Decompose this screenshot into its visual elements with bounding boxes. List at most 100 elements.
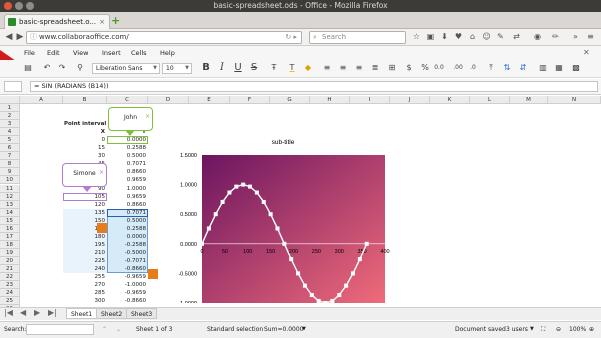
decimal-remove-icon[interactable]: .0: [467, 62, 479, 74]
status-search-input[interactable]: [26, 324, 94, 335]
column-header[interactable]: B: [63, 96, 107, 104]
name-box[interactable]: [4, 81, 22, 92]
cell-y-value[interactable]: 0.7071: [107, 160, 148, 168]
cell-x-value[interactable]: 180: [63, 233, 107, 241]
cell-y-value[interactable]: 0.0000: [107, 233, 148, 241]
close-document-icon[interactable]: ✕: [583, 48, 590, 57]
align-center-icon[interactable]: ≡: [337, 62, 349, 74]
cell-y-value[interactable]: 0.9659: [107, 193, 148, 201]
cell-y-value[interactable]: -0.8660: [107, 265, 148, 273]
fit-page-icon[interactable]: ⛶: [541, 325, 545, 334]
menu-help[interactable]: Help: [160, 48, 175, 58]
formula-input[interactable]: = SIN (RADIANS (B14)): [30, 81, 598, 92]
new-tab-button[interactable]: +: [111, 15, 121, 26]
close-tab-icon[interactable]: ×: [99, 15, 105, 29]
cell-y-value[interactable]: 0.5000: [107, 217, 148, 225]
currency-icon[interactable]: $: [403, 62, 415, 74]
delete-column-icon[interactable]: ▦: [553, 62, 565, 74]
underline-button[interactable]: U: [232, 62, 244, 74]
prev-sheet-icon[interactable]: ◀: [20, 308, 26, 317]
row-header[interactable]: 21: [0, 265, 20, 273]
browser-tab[interactable]: basic-spreadsheet.o... ×: [4, 14, 110, 29]
sort-descending-icon[interactable]: ⇵: [517, 62, 529, 74]
select-all-corner[interactable]: [0, 96, 20, 104]
cell-x-value[interactable]: 30: [63, 152, 107, 160]
number-format-icon[interactable]: 0.0: [433, 62, 445, 74]
search-prev-icon[interactable]: ⌃: [102, 325, 107, 334]
cell-y-value[interactable]: 0.8660: [107, 201, 148, 209]
cell-y-value[interactable]: -0.7071: [107, 257, 148, 265]
cell-y-value[interactable]: -0.9659: [107, 289, 148, 297]
row-header[interactable]: 15: [0, 216, 20, 225]
column-header[interactable]: F: [230, 96, 270, 104]
column-header[interactable]: I: [350, 96, 390, 104]
addon-icon[interactable]: ◉: [532, 31, 543, 42]
bold-button[interactable]: B: [200, 62, 212, 74]
column-header[interactable]: D: [148, 96, 189, 104]
menu-edit[interactable]: Edit: [47, 48, 60, 58]
emoji-icon[interactable]: ☺: [481, 31, 492, 42]
star-icon[interactable]: ☆: [411, 31, 422, 42]
close-icon[interactable]: ×: [99, 163, 104, 183]
row-header[interactable]: 25: [0, 297, 20, 306]
cell-x-value[interactable]: 135: [63, 209, 107, 217]
cell-x-value[interactable]: 270: [63, 281, 107, 289]
row-header[interactable]: 18: [0, 240, 20, 249]
cell-x-value[interactable]: 15: [63, 144, 107, 152]
cell-x-value[interactable]: 105: [63, 193, 107, 201]
row-header[interactable]: 10: [0, 176, 20, 185]
strikethrough-button[interactable]: S: [248, 62, 260, 74]
align-left-icon[interactable]: ≡: [321, 62, 333, 74]
back-button[interactable]: ◀: [4, 30, 14, 44]
clear-formatting-icon[interactable]: Ŧ: [268, 62, 280, 74]
sort-ascending-icon[interactable]: ⇅: [501, 62, 513, 74]
redo-icon[interactable]: ↷: [56, 62, 68, 74]
undo-icon[interactable]: ↶: [41, 62, 53, 74]
merge-cells-icon[interactable]: ⊞: [386, 62, 398, 74]
cell-y-value[interactable]: 0.7071: [107, 209, 148, 217]
search-box[interactable]: ⌕ Search: [309, 31, 406, 44]
minimize-window-icon[interactable]: [15, 2, 23, 10]
next-sheet-icon[interactable]: ▶: [34, 308, 40, 317]
cell-y-value[interactable]: 0.2588: [107, 144, 148, 152]
cell-y-value[interactable]: 0.2588: [107, 225, 148, 233]
users-count[interactable]: 3 users: [506, 325, 528, 334]
row-header[interactable]: 7: [0, 152, 20, 161]
row-header[interactable]: 14: [0, 208, 20, 217]
menu-file[interactable]: File: [24, 48, 35, 58]
column-header[interactable]: K: [430, 96, 470, 104]
cell-y-value[interactable]: -0.9659: [107, 273, 148, 281]
cell-x-value[interactable]: 240: [63, 265, 107, 273]
zoom-out-icon[interactable]: ⊖: [556, 325, 561, 334]
insert-column-icon[interactable]: ▥: [537, 62, 549, 74]
overflow-icon[interactable]: »: [570, 31, 581, 42]
save-icon[interactable]: ▤: [22, 62, 34, 74]
row-header[interactable]: 13: [0, 200, 20, 209]
italic-button[interactable]: I: [216, 62, 228, 74]
sheet-tab-3[interactable]: Sheet3: [126, 308, 158, 319]
row-header[interactable]: 19: [0, 248, 20, 257]
row-header[interactable]: 1: [0, 104, 20, 112]
chevron-down-icon[interactable]: ▼: [530, 325, 534, 334]
row-header[interactable]: 11: [0, 184, 20, 193]
close-icon[interactable]: ×: [145, 107, 150, 127]
percent-icon[interactable]: %: [419, 62, 431, 74]
download-icon[interactable]: ⬇: [439, 31, 450, 42]
cell-y-value[interactable]: -0.8660: [107, 297, 148, 305]
row-header[interactable]: 3: [0, 120, 20, 129]
cell-y-value[interactable]: 0.9659: [107, 176, 148, 184]
chat-icon[interactable]: ✎: [495, 31, 506, 42]
column-header[interactable]: E: [189, 96, 230, 104]
decimal-add-icon[interactable]: .00: [452, 62, 464, 74]
cell-y-value[interactable]: -0.2588: [107, 241, 148, 249]
font-size-select[interactable]: 10 ▼: [162, 63, 192, 74]
row-header[interactable]: 24: [0, 289, 20, 298]
column-header[interactable]: A: [20, 96, 63, 104]
row-header[interactable]: 5: [0, 136, 20, 145]
cell-y-value[interactable]: 0.5000: [107, 152, 148, 160]
sheet-tab-2[interactable]: Sheet2: [96, 308, 128, 319]
cell-x-value[interactable]: 195: [63, 241, 107, 249]
cell-header-x[interactable]: X: [63, 128, 107, 136]
cell-x-value[interactable]: 255: [63, 273, 107, 281]
cell-x-value[interactable]: 300: [63, 297, 107, 305]
